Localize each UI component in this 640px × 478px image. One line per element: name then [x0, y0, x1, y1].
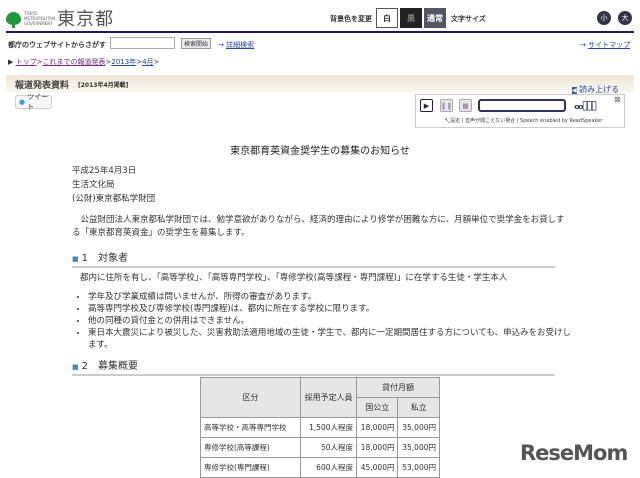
eligibility-text: 都内に住所を有し、「高等学校」、「高等専門学校」、「専修学校(高等課程・専門課程… — [80, 273, 508, 283]
article-title: 東京都育英資金奨学生の募集のお知らせ — [230, 146, 410, 157]
table-row: 専修学校(専門課程) 600人程度 45,000円 53,000円 — [200, 457, 440, 478]
table-row: 専修学校(高等課程) 50人程度 18,000円 35,000円 — [200, 437, 440, 458]
article-date: 平成25年4月3日 — [72, 166, 137, 176]
bg-white-button[interactable]: 白 — [376, 8, 398, 28]
cell-category: 専修学校(高等課程) — [200, 437, 301, 458]
cell-public: 45,000円 — [355, 457, 399, 478]
heading-bullet-icon: ■ — [72, 363, 79, 371]
speaker-icon: ◀ — [572, 87, 577, 94]
progress-bar[interactable] — [478, 99, 566, 112]
volume-icon[interactable]: ₒₒ▯▯▯ — [574, 98, 597, 112]
close-icon[interactable]: ⊠ — [614, 95, 621, 104]
tweet-label: ツイート — [27, 93, 49, 111]
cell-private: 53,000円 — [397, 457, 440, 478]
cell-category: 専修学校(専門課程) — [200, 457, 301, 478]
tokyo-logo[interactable]: TOKYO METROPOLITAN GOVERNMENT 東京都 — [6, 5, 114, 31]
article-org-bureau: 生活文化局 — [72, 180, 115, 190]
press-release-title: 報道発表資料 — [15, 81, 70, 91]
font-size-label: 文字サイズ — [451, 15, 486, 23]
header-divider — [6, 31, 634, 33]
twitter-bird-icon: ● — [19, 98, 26, 106]
search-button[interactable]: 検索開始 — [181, 38, 211, 49]
settings-link[interactable]: 設定 — [450, 118, 460, 124]
font-large-button[interactable]: 大 — [618, 11, 632, 25]
pause-button[interactable]: ❚❚ — [440, 99, 453, 112]
cell-people: 1,500人程度 — [300, 417, 357, 438]
section-2-heading: ■ 2 募集概要 — [72, 357, 555, 376]
credit-link[interactable]: Speech enabled by ReadSpeaker — [520, 118, 602, 124]
cell-people: 600人程度 — [300, 457, 357, 478]
header-private: 私立 — [397, 397, 440, 418]
header-people: 採用予定人員 — [300, 377, 357, 418]
cell-public: 18,000円 — [355, 417, 399, 438]
eligibility-list: 学年及び学業成績は問いませんが、所得の審査があります。 高等専門学校及び専修学校… — [76, 291, 576, 351]
font-small-button[interactable]: 小 — [597, 11, 611, 25]
header-amount: 貸付月額 — [356, 377, 440, 398]
breadcrumb-2013[interactable]: 2013年 — [111, 58, 136, 66]
header-public: 国公立 — [355, 397, 399, 418]
heading-bullet-icon: ■ — [72, 255, 79, 263]
list-item: 東日本大震災により被災した、災害救助法適用地域の生徒・学生で、都内に一定期間居住… — [88, 327, 576, 351]
press-release-date: [2013年4月掲載] — [78, 82, 129, 89]
header-category: 区分 — [200, 377, 301, 418]
section-2-title: 2 募集概要 — [81, 361, 138, 372]
cell-category: 高等学校・高等専門学校 — [200, 417, 301, 438]
cell-private: 35,000円 — [397, 417, 440, 438]
cell-people: 50人程度 — [300, 437, 357, 458]
recruitment-table: 区分 採用予定人員 貸付月額 国公立 私立 高等学校・高等専門学校 1,500人程度 18… — [200, 377, 440, 478]
sitemap-link[interactable]: サイトマップ — [588, 41, 630, 49]
stop-button[interactable]: ■ — [459, 99, 472, 112]
section-1-title: 1 対象者 — [81, 253, 128, 264]
table-row: 高等学校・高等専門学校 1,500人程度 18,000円 35,000円 — [200, 417, 440, 438]
breadcrumb-april[interactable]: 4月 — [142, 58, 153, 66]
read-aloud-label: 読み上げる — [579, 85, 620, 94]
ginkgo-leaf-icon — [6, 11, 21, 28]
bg-color-label: 背景色を変更 — [330, 15, 372, 23]
logo-japanese: 東京都 — [57, 9, 114, 30]
list-item: 学年及び学業成績は問いませんが、所得の審査があります。 — [88, 291, 576, 303]
resemom-watermark: ReseMom — [520, 441, 628, 465]
article-org-foundation: (公財)東京都私学財団 — [72, 194, 156, 204]
list-item: 高等専門学校及び専修学校(専門課程)は、都内に所在する学校に限ります。 — [88, 303, 576, 315]
help-link[interactable]: 音声が聞こえない場合 — [465, 118, 515, 124]
play-button[interactable]: ▶ — [420, 99, 433, 112]
search-input[interactable] — [110, 37, 175, 49]
breadcrumb-top[interactable]: トップ — [16, 58, 37, 66]
section-1-heading: ■ 1 対象者 — [72, 249, 555, 268]
advanced-search-link[interactable]: 詳細検索 — [226, 41, 254, 49]
bg-normal-button[interactable]: 通常 — [424, 8, 446, 28]
readspeaker-player: ▶ ❚❚ ■ ₒₒ▯▯▯ ⊠ 🔧設定 | 音声が聞こえない場合 | Speech… — [415, 94, 625, 128]
list-item: 他の同種の貸付金との併用はできません。 — [88, 315, 576, 327]
breadcrumb: ▶ トップ>これまでの報道発表>2013年>4月> — [8, 58, 160, 66]
tweet-button[interactable]: ● ツイート — [15, 93, 52, 111]
bg-black-button[interactable]: 黒 — [400, 8, 422, 28]
press-release-band: 報道発表資料 [2013年4月掲載] — [6, 75, 634, 93]
breadcrumb-press-archive[interactable]: これまでの報道発表 — [42, 58, 105, 66]
cell-private: 35,000円 — [397, 437, 440, 458]
readspeaker-footer: 🔧設定 | 音声が聞こえない場合 | Speech enabled by Rea… — [444, 118, 603, 124]
logo-english: TOKYO METROPOLITAN GOVERNMENT — [24, 10, 56, 26]
article-intro: 公益財団法人東京都私学財団では、勉学意欲がありながら、経済的理由により修学が困難… — [72, 215, 565, 238]
search-label: 都庁のウェブサイトからさがす — [8, 41, 106, 49]
cell-public: 18,000円 — [355, 437, 399, 458]
